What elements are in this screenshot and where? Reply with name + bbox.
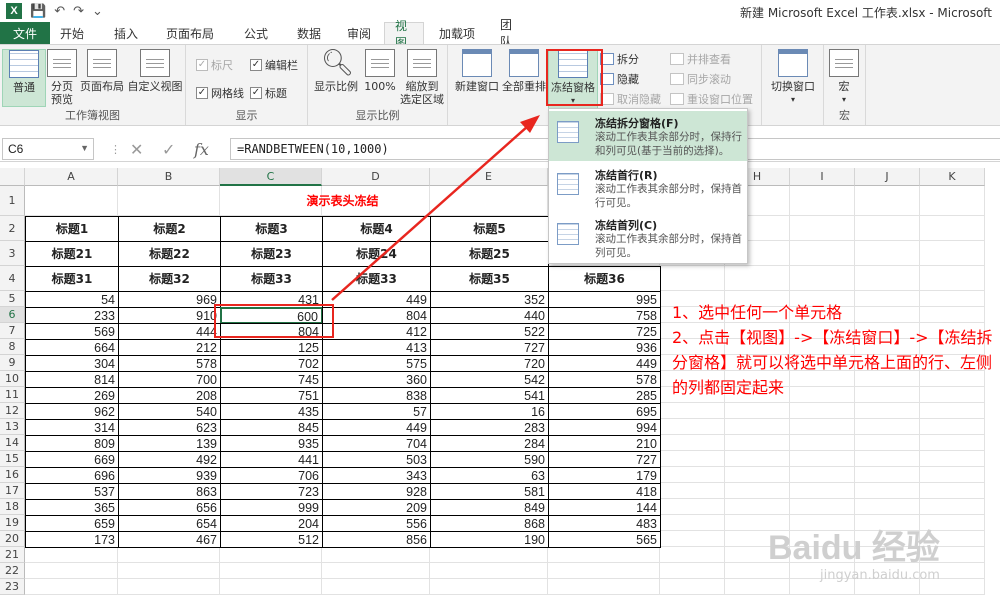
baidu-watermark-url: jingyan.baidu.com <box>820 568 940 583</box>
baidu-watermark: Baidu 经验 <box>768 529 940 567</box>
